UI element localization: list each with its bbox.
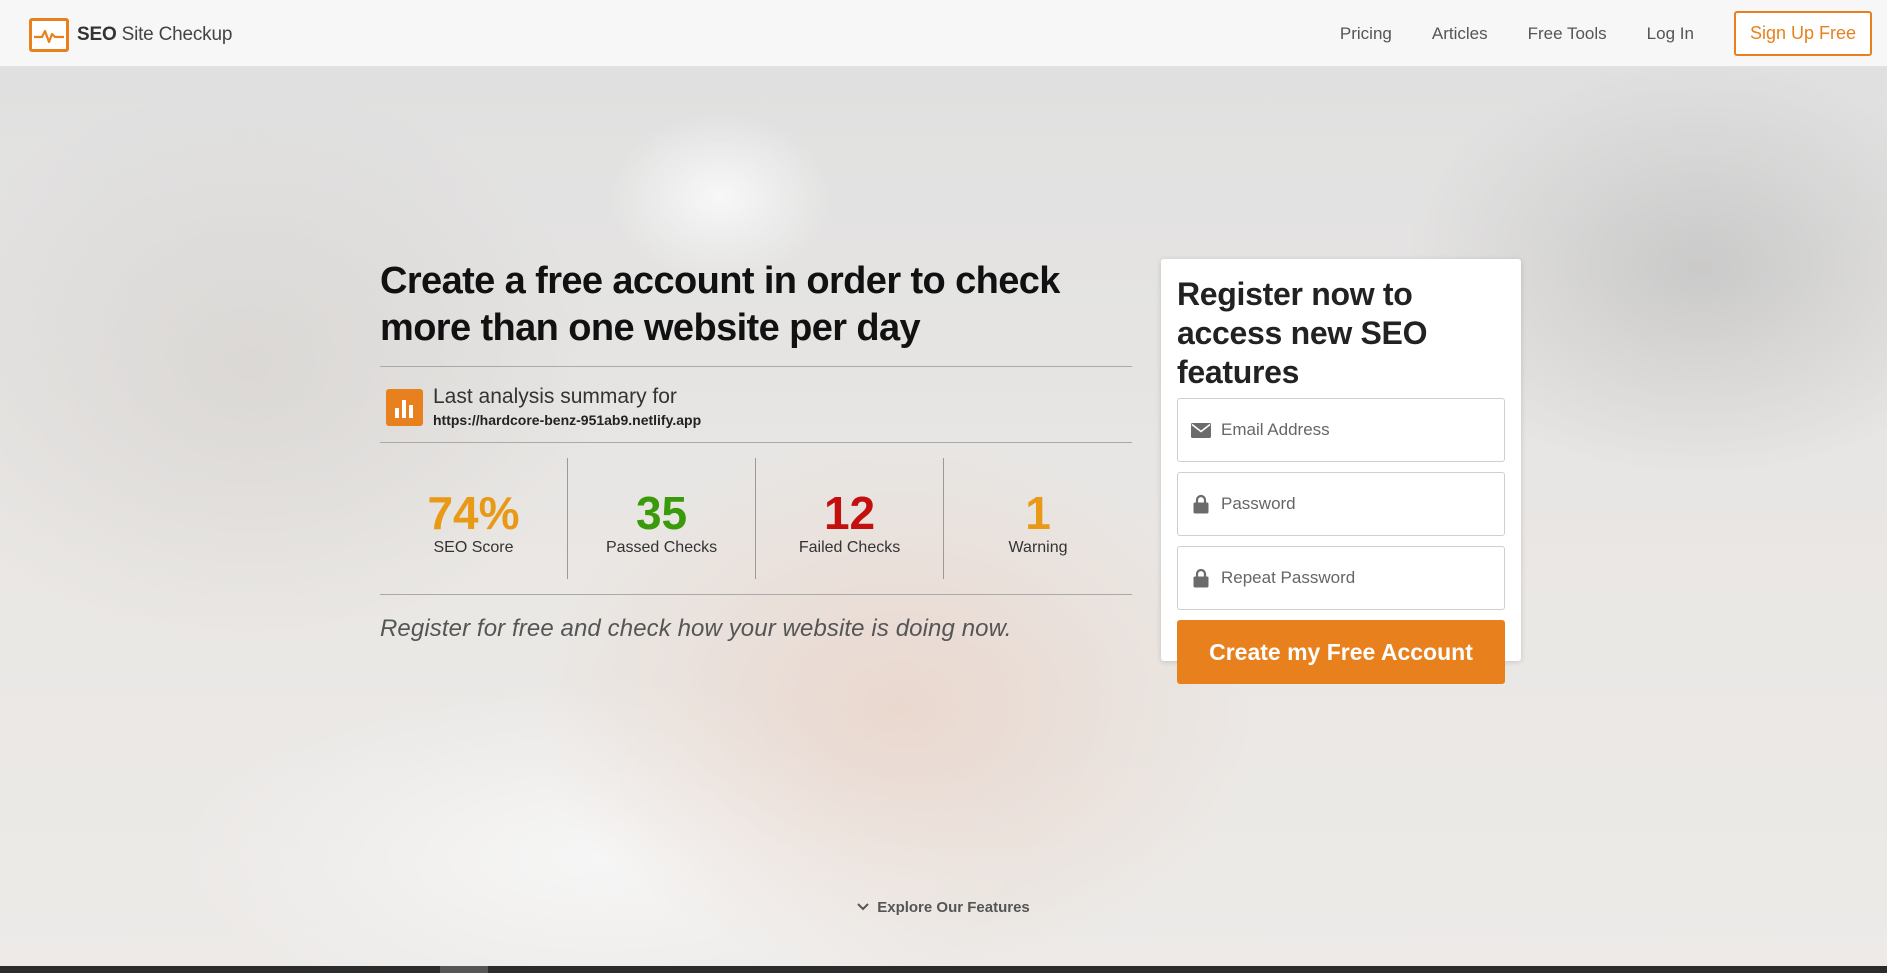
logo-text: SEO Site Checkup [77, 24, 233, 45]
page-headline: Create a free account in order to check … [380, 260, 1060, 349]
site-logo[interactable]: SEO Site Checkup [29, 17, 232, 53]
explore-features-link[interactable]: Explore Our Features [857, 899, 1030, 916]
create-account-button[interactable]: Create my Free Account [1177, 620, 1505, 684]
tagline: Register for free and check how your web… [380, 615, 1012, 642]
stat-label: Passed Checks [605, 539, 718, 556]
explore-features: Explore Our Features [0, 898, 1887, 916]
register-title: Register now to access new SEO features [1177, 276, 1428, 390]
divider [380, 594, 1132, 595]
logo-pulse-icon [29, 18, 69, 52]
nav-articles[interactable]: Articles [1432, 24, 1488, 44]
summary-label: Last analysis summary for [433, 385, 677, 408]
stat-value: 74% [427, 487, 520, 539]
envelope-icon [1191, 420, 1211, 440]
stat-value: 1 [1025, 487, 1051, 539]
stat-warning: 1 Warning [944, 458, 1132, 579]
stats-row: 74% SEO Score 35 Passed Checks 12 Failed… [380, 443, 1132, 594]
password-field[interactable] [1177, 472, 1505, 536]
top-nav: Pricing Articles Free Tools Log In Sign … [1340, 0, 1887, 67]
site-header: SEO Site Checkup Pricing Articles Free T… [0, 0, 1887, 67]
explore-label: Explore Our Features [877, 898, 1030, 916]
nav-free-tools[interactable]: Free Tools [1528, 24, 1607, 44]
bar-chart-icon [386, 389, 423, 426]
stat-passed-checks: 35 Passed Checks [568, 458, 757, 579]
summary-text: Last analysis summary for https://hardco… [433, 385, 701, 428]
stat-label: SEO Score [433, 539, 514, 556]
stat-value: 12 [823, 487, 876, 539]
email-field[interactable] [1177, 398, 1505, 462]
stat-value: 35 [635, 487, 688, 539]
stat-failed-checks: 12 Failed Checks [756, 458, 945, 579]
lock-icon [1191, 568, 1211, 588]
nav-pricing[interactable]: Pricing [1340, 24, 1392, 44]
lock-icon [1191, 494, 1211, 514]
email-input[interactable] [1221, 420, 1491, 440]
sign-up-free-button[interactable]: Sign Up Free [1733, 11, 1872, 56]
repeat-password-input[interactable] [1221, 568, 1491, 588]
register-card: Register now to access new SEO features [1161, 259, 1521, 684]
stat-label: Failed Checks [798, 539, 901, 556]
repeat-password-field[interactable] [1177, 546, 1505, 610]
stat-label: Warning [1008, 539, 1068, 556]
stat-seo-score: 74% SEO Score [380, 458, 569, 579]
analysis-summary: Last analysis summary for https://hardco… [380, 367, 1132, 442]
chevron-down-icon [857, 903, 869, 911]
summary-url: https://hardcore-benz-951ab9.netlify.app [433, 412, 702, 428]
nav-log-in[interactable]: Log In [1647, 24, 1694, 44]
password-input[interactable] [1221, 494, 1491, 514]
hero-content: Create a free account in order to check … [380, 258, 1132, 643]
bottom-bar [0, 966, 1887, 973]
